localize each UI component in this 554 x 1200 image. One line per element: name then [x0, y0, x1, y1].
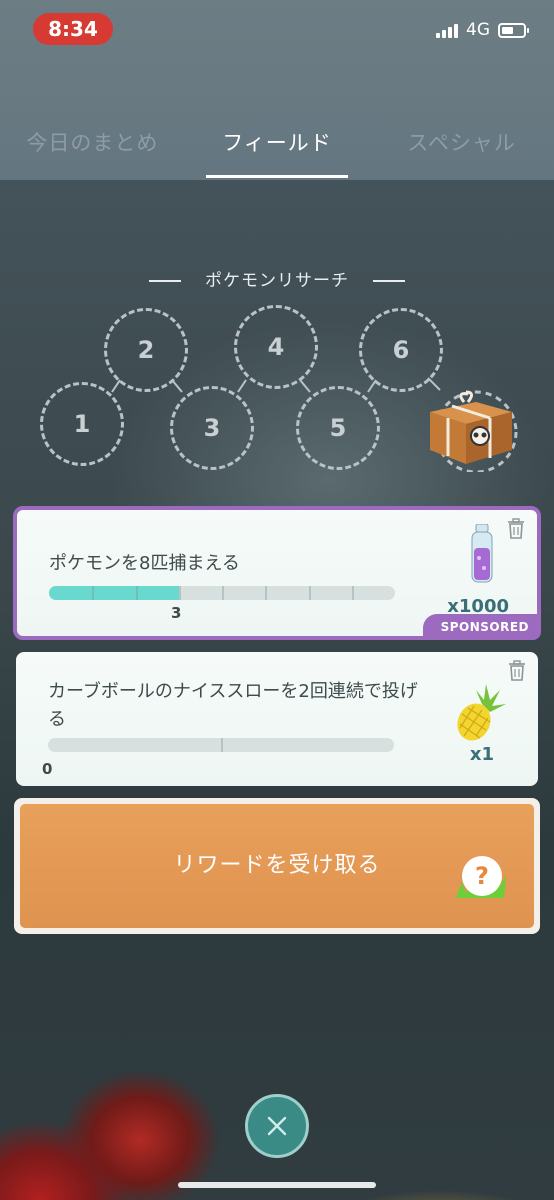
research-title: ポケモンリサーチ	[205, 271, 349, 291]
task-progress-bar	[48, 738, 394, 752]
battery-level	[502, 26, 513, 34]
tab-bar: 今日のまとめ フィールド スペシャル	[0, 120, 554, 180]
claim-reward-button[interactable]: リワードを受け取る ?	[14, 798, 540, 934]
task-description: カーブボールのナイススローを2回連続で投げる	[48, 681, 418, 730]
step-5: 5	[296, 386, 380, 470]
progress-segment-divider	[222, 586, 224, 600]
progress-segment-divider	[265, 586, 268, 600]
trash-icon[interactable]	[508, 660, 526, 686]
progress-segment-divider	[135, 586, 138, 600]
progress-segment-divider	[308, 586, 311, 600]
left-divider	[149, 280, 181, 282]
close-icon	[267, 1116, 287, 1136]
task-description: ポケモンを8匹捕まえる	[49, 553, 240, 574]
potion-icon	[469, 523, 495, 588]
trash-icon[interactable]	[507, 518, 525, 544]
mystery-encounter-icon: ?	[452, 840, 512, 904]
task-progress-count: 3	[171, 604, 182, 622]
signal-icon	[436, 22, 458, 38]
task-progress-count: 0	[42, 760, 53, 778]
step-6: 6	[359, 308, 443, 392]
clock: 8:34	[33, 13, 113, 45]
battery-icon	[498, 22, 529, 38]
task-progress-fill	[49, 586, 179, 600]
progress-segment-divider	[351, 586, 354, 600]
progress-segment-divider	[221, 738, 223, 752]
right-divider	[373, 280, 405, 282]
progress-segment-divider	[92, 586, 95, 600]
reward-quantity: x1	[469, 744, 494, 765]
svg-text:?: ?	[475, 862, 489, 890]
status-indicators: 4G	[436, 20, 529, 40]
header: 8:34 4G 今日のまとめ フィールド スペシャル	[0, 0, 554, 180]
tab-field[interactable]: フィールド	[185, 120, 370, 180]
progress-segment-divider	[178, 586, 181, 600]
active-tab-indicator	[206, 175, 348, 178]
task-progress-bar	[49, 586, 395, 600]
research-reward-box-icon[interactable]	[424, 388, 520, 476]
network-label: 4G	[466, 20, 490, 40]
research-header: ポケモンリサーチ	[0, 266, 554, 291]
step-4: 4	[234, 305, 318, 389]
pinap-berry-icon	[452, 682, 508, 748]
research-task-card[interactable]: ポケモンを8匹捕まえる 3 x1000 SPONSORED	[13, 506, 541, 640]
tab-special[interactable]: スペシャル	[369, 120, 554, 180]
sponsored-badge: SPONSORED	[422, 614, 541, 640]
close-button[interactable]	[245, 1094, 309, 1158]
home-indicator	[178, 1182, 376, 1188]
research-task-card[interactable]: カーブボールのナイススローを2回連続で投げる 0 x1	[16, 652, 538, 786]
tab-today-summary[interactable]: 今日のまとめ	[0, 120, 185, 180]
step-2: 2	[104, 308, 188, 392]
claim-reward-surface: リワードを受け取る ?	[20, 804, 534, 928]
step-3: 3	[170, 386, 254, 470]
step-1: 1	[40, 382, 124, 466]
